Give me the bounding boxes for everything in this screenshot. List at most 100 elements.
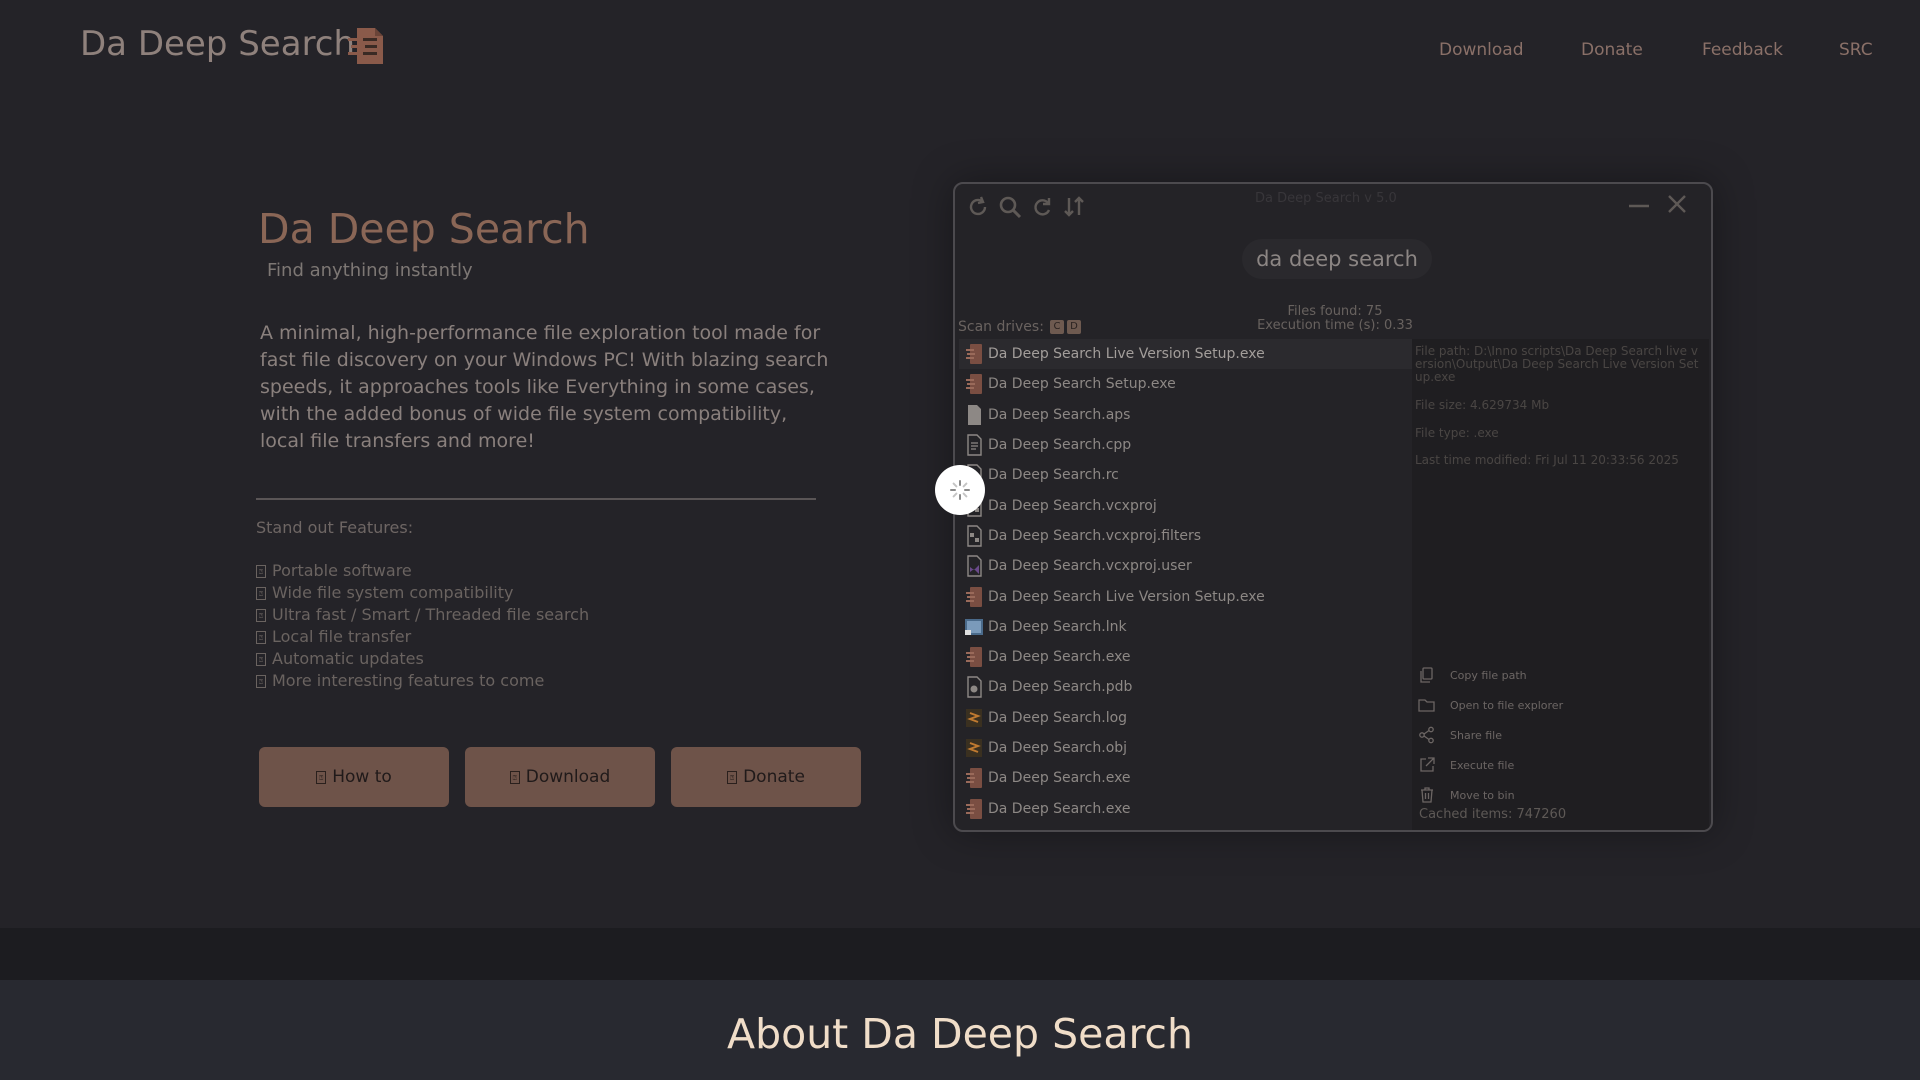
file-list-item[interactable]: Da Deep Search.rc	[959, 460, 1412, 490]
how-to-button[interactable]: ⍰ How to	[259, 747, 449, 807]
features-list: ⍰ Portable software ⍰ Wide file system com…	[256, 560, 589, 692]
file-list-item[interactable]: Da Deep Search Live Version Setup.exe	[959, 339, 1412, 370]
app-search-input[interactable]: da deep search	[1242, 239, 1432, 279]
trash-icon	[1421, 787, 1433, 803]
app-preview-window: Da Deep Search v 5.0 da deep search File…	[953, 182, 1713, 832]
close-icon[interactable]	[1663, 190, 1691, 218]
file-list-item[interactable]: Da Deep Search Setup.exe	[959, 369, 1412, 399]
spinner-icon	[950, 480, 970, 500]
site-header: Da Deep Search Download Donate Feedback …	[0, 0, 1920, 100]
missing-glyph-icon: ⍰	[256, 608, 266, 622]
detail-modified: Last time modified: Fri Jul 11 20:33:56 …	[1415, 453, 1679, 467]
nav-donate[interactable]: Donate	[1581, 40, 1643, 60]
file-list-item[interactable]: Da Deep Search.vcxproj.user	[959, 551, 1412, 581]
feature-item: ⍰ More interesting features to come	[256, 670, 589, 692]
missing-glyph-icon: ⍰	[256, 674, 266, 688]
file-name: Da Deep Search.vcxproj	[988, 497, 1157, 514]
features-title: Stand out Features:	[256, 518, 414, 537]
missing-glyph-icon: ⍰	[256, 564, 266, 578]
file-list-item[interactable]: Da Deep Search.log	[959, 703, 1412, 733]
file-icon	[964, 404, 984, 426]
file-list-item[interactable]: Da Deep Search.exe	[959, 793, 1412, 823]
feature-item: ⍰ Automatic updates	[256, 648, 589, 670]
section-divider-strip	[0, 928, 1920, 980]
reload-icon[interactable]	[1029, 194, 1055, 220]
copy-path-action[interactable]: Copy file path	[1418, 666, 1527, 684]
app-icon	[964, 373, 984, 395]
file-list-item[interactable]: Da Deep Search.exe	[959, 763, 1412, 793]
file-list-item[interactable]: Da Deep Search.pdb	[959, 672, 1412, 702]
app-title: Da Deep Search v 5.0	[1255, 191, 1397, 206]
folder-icon	[1418, 699, 1435, 712]
code-file-icon	[964, 434, 984, 456]
app-icon	[964, 798, 984, 820]
file-details-pane: File path: D:\Inno scripts\Da Deep Searc…	[1412, 339, 1709, 830]
copy-icon	[1420, 667, 1433, 683]
detail-size: File size: 4.629734 Mb	[1415, 398, 1550, 412]
search-icon[interactable]	[997, 194, 1023, 220]
hero-description: A minimal, high-performance file explora…	[260, 322, 829, 452]
missing-glyph-icon: ⍰	[727, 770, 738, 784]
app-icon	[964, 646, 984, 668]
move-to-bin-action[interactable]: Move to bin	[1418, 786, 1515, 804]
file-list-item[interactable]: Da Deep Search.vcxproj	[959, 490, 1412, 520]
shortcut-icon	[964, 616, 984, 638]
app-icon	[964, 343, 984, 365]
missing-glyph-icon: ⍰	[256, 652, 266, 666]
drive-c-toggle[interactable]: C	[1049, 320, 1064, 334]
file-name: Da Deep Search.exe	[988, 770, 1131, 787]
feature-item: ⍰ Ultra fast / Smart / Threaded file sear…	[256, 604, 589, 626]
nav-download[interactable]: Download	[1439, 40, 1524, 60]
search-stats: Files found: 75 Execution time (s): 0.33	[1235, 305, 1435, 333]
sort-icon[interactable]	[1061, 194, 1087, 220]
file-list-item[interactable]: Da Deep Search.exe	[959, 642, 1412, 672]
file-list-item[interactable]: Da Deep Search Live Version Setup.exe	[959, 581, 1412, 611]
feature-item: ⍰ Wide file system compatibility	[256, 582, 589, 604]
file-name: Da Deep Search.vcxproj.filters	[988, 527, 1202, 544]
hero-title: Da Deep Search	[258, 205, 590, 253]
share-file-action[interactable]: Share file	[1418, 726, 1502, 744]
missing-glyph-icon: ⍰	[509, 770, 520, 784]
donate-button[interactable]: ⍰ Donate	[671, 747, 861, 807]
file-list-item[interactable]: Da Deep Search.cpp	[959, 430, 1412, 460]
missing-glyph-icon: ⍰	[316, 770, 327, 784]
file-name: Da Deep Search.rc	[988, 467, 1119, 484]
open-explorer-action[interactable]: Open to file explorer	[1418, 696, 1563, 714]
nav-src[interactable]: SRC	[1839, 40, 1873, 60]
brand-name[interactable]: Da Deep Search	[80, 24, 355, 64]
about-title: About Da Deep Search	[727, 1010, 1193, 1058]
feature-item: ⍰ Local file transfer	[256, 626, 589, 648]
log-file-icon	[964, 707, 984, 729]
file-list-item[interactable]: Da Deep Search.aps	[959, 400, 1412, 430]
missing-glyph-icon: ⍰	[256, 630, 266, 644]
file-name: Da Deep Search.pdb	[988, 679, 1133, 696]
minimize-icon[interactable]	[1625, 190, 1653, 218]
feature-item: ⍰ Portable software	[256, 560, 589, 582]
nav-feedback[interactable]: Feedback	[1702, 40, 1783, 60]
execution-time: Execution time (s): 0.33	[1257, 318, 1413, 333]
log-file-icon	[964, 737, 984, 759]
execute-file-action[interactable]: Execute file	[1418, 756, 1514, 774]
refresh-icon[interactable]	[965, 194, 991, 220]
hero-subtitle: Find anything instantly	[267, 260, 473, 281]
share-icon	[1419, 726, 1434, 744]
file-list-item[interactable]: Da Deep Search.vcxproj.filters	[959, 521, 1412, 551]
app-icon	[964, 586, 984, 608]
files-found: Files found: 75	[1287, 304, 1383, 319]
file-name: Da Deep Search.lnk	[988, 618, 1127, 635]
file-name: Da Deep Search.aps	[988, 406, 1131, 423]
detail-path: File path: D:\Inno scripts\Da Deep Searc…	[1415, 344, 1699, 384]
loading-spinner	[935, 465, 985, 515]
logo-icon[interactable]	[345, 24, 389, 68]
project-file-icon	[964, 525, 984, 547]
file-list-item[interactable]: Da Deep Search.obj	[959, 733, 1412, 763]
divider	[256, 498, 816, 500]
drive-d-toggle[interactable]: D	[1066, 320, 1081, 334]
file-name: Da Deep Search.vcxproj.user	[988, 558, 1192, 575]
detail-type: File type: .exe	[1415, 426, 1499, 440]
scan-drives: Scan drives: C D	[958, 319, 1081, 335]
file-name: Da Deep Search.cpp	[988, 437, 1132, 454]
file-list-item[interactable]: Da Deep Search.lnk	[959, 612, 1412, 642]
file-list: Da Deep Search Live Version Setup.exe Da …	[959, 339, 1412, 830]
download-button[interactable]: ⍰ Download	[465, 747, 655, 807]
